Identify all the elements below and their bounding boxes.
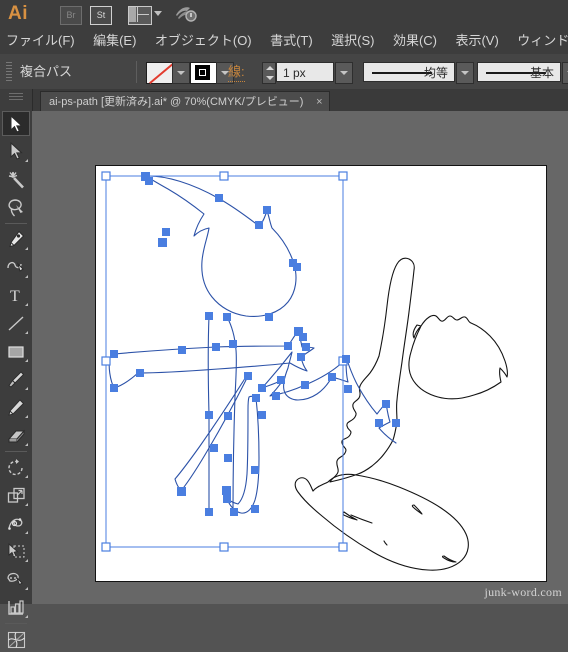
pencil-tool[interactable] [2,395,30,420]
tool-group-arrow-icon [25,475,28,478]
creative-cloud-icon[interactable] [174,4,198,24]
illustrator-window: Ai Br St ファイル(F) 編集(E) オブジェクト(O) 書式(T) 選… [0,0,568,649]
menu-type[interactable]: 書式(T) [263,28,320,54]
tool-group-arrow-icon [25,559,28,562]
free-transform-tool[interactable] [2,539,30,564]
divider [5,223,27,224]
artwork-vector-paths [101,171,508,571]
document-tab-title: ai-ps-path [更新済み].ai* @ 70%(CMYK/プレビュー) [49,96,304,108]
stock-icon[interactable]: St [90,6,112,25]
control-bar-grip[interactable] [6,62,12,82]
divider [5,451,27,452]
menu-effect[interactable]: 効果(C) [386,28,444,54]
title-bar: Ai Br St [0,0,568,29]
path-unselected-stroke-bottom [294,473,469,571]
paintbrush-tool[interactable] [2,367,30,392]
pen-tool[interactable] [2,227,30,252]
tool-group-arrow-icon [25,331,28,334]
stroke-profile-dropdown-icon[interactable] [456,62,474,84]
menu-file[interactable]: ファイル(F) [0,28,82,54]
stroke-profile-select[interactable]: 均等 [363,62,455,82]
stroke-weight-label[interactable]: 線: [228,64,245,82]
tool-group-arrow-icon [25,387,28,390]
rotate-tool[interactable] [2,455,30,480]
artboard[interactable] [95,165,547,582]
menu-object[interactable]: オブジェクト(O) [148,28,259,54]
width-tool[interactable] [2,511,30,536]
fill-dropdown-icon[interactable] [172,62,190,84]
magic-wand-tool[interactable] [2,167,30,192]
path-unselected-blob [408,314,508,400]
rectangle-tool[interactable] [2,339,30,364]
toolbox: T [0,89,33,649]
watermark: junk-word.com [484,585,562,599]
path-anchor-points [110,172,400,516]
stroke-weight-input[interactable]: 1 px [276,62,334,82]
tool-group-arrow-icon [25,275,28,278]
shape-builder-tool[interactable] [2,567,30,592]
mesh-tool[interactable] [2,627,30,652]
divider [5,623,27,624]
document-tab-bar: ai-ps-path [更新済み].ai* @ 70%(CMYK/プレビュー) … [32,89,568,112]
tool-group-arrow-icon [25,303,28,306]
selected-object-type: 複合パス [20,64,73,79]
menu-bar: ファイル(F) 編集(E) オブジェクト(O) 書式(T) 選択(S) 効果(C… [0,28,568,55]
selection-tool[interactable] [2,111,30,136]
chevron-down-icon[interactable] [154,11,162,16]
curvature-tool[interactable] [2,255,30,280]
tool-group-arrow-icon [25,531,28,534]
menu-edit[interactable]: 編集(E) [86,28,143,54]
menu-view[interactable]: 表示(V) [448,28,505,54]
close-icon[interactable]: × [316,95,322,109]
path-selected-horizontal-strokes [108,330,397,444]
stepper-down-icon[interactable] [266,76,274,80]
stroke-weight-dropdown-icon[interactable] [335,62,353,84]
brush-definition-select[interactable]: 基本 [477,62,561,82]
fill-swatch[interactable] [146,61,175,85]
tool-group-arrow-icon [25,415,28,418]
direct-selection-tool[interactable] [2,139,30,164]
profile-label: 均等 [423,66,448,80]
tool-group-arrow-icon [25,359,28,362]
tool-group-arrow-icon [25,443,28,446]
eraser-tool[interactable] [2,423,30,448]
document-tab[interactable]: ai-ps-path [更新済み].ai* @ 70%(CMYK/プレビュー) … [40,91,330,112]
tool-group-arrow-icon [25,503,28,506]
menu-select[interactable]: 選択(S) [324,28,381,54]
control-bar: 複合パス 線: 1 px 均等 基本 [0,54,568,90]
canvas-workarea[interactable]: junk-word.com [32,111,568,604]
bridge-icon[interactable]: Br [60,6,82,25]
stroke-color-indicator [195,65,210,80]
app-logo: Ai [8,3,28,24]
graph-tool[interactable] [2,595,30,620]
scale-tool[interactable] [2,483,30,508]
menu-window[interactable]: ウィンドウ( [510,28,568,54]
tool-group-arrow-icon [25,615,28,618]
stroke-swatch[interactable] [190,62,217,84]
lasso-tool[interactable] [2,195,30,220]
tool-group-arrow-icon [25,247,28,250]
brush-label: 基本 [529,66,554,80]
path-selected-left [144,175,297,513]
svg-text:T: T [10,288,20,305]
tool-group-arrow-icon [25,159,28,162]
workspace-switcher-icon[interactable] [128,6,152,25]
line-segment-tool[interactable] [2,311,30,336]
toolbox-grip[interactable] [9,93,23,103]
divider [136,61,137,83]
stroke-weight-stepper[interactable] [262,62,276,84]
type-tool[interactable]: T [2,283,30,308]
brush-dropdown-icon[interactable] [562,62,568,84]
tool-group-arrow-icon [25,587,28,590]
stepper-up-icon[interactable] [266,66,274,70]
